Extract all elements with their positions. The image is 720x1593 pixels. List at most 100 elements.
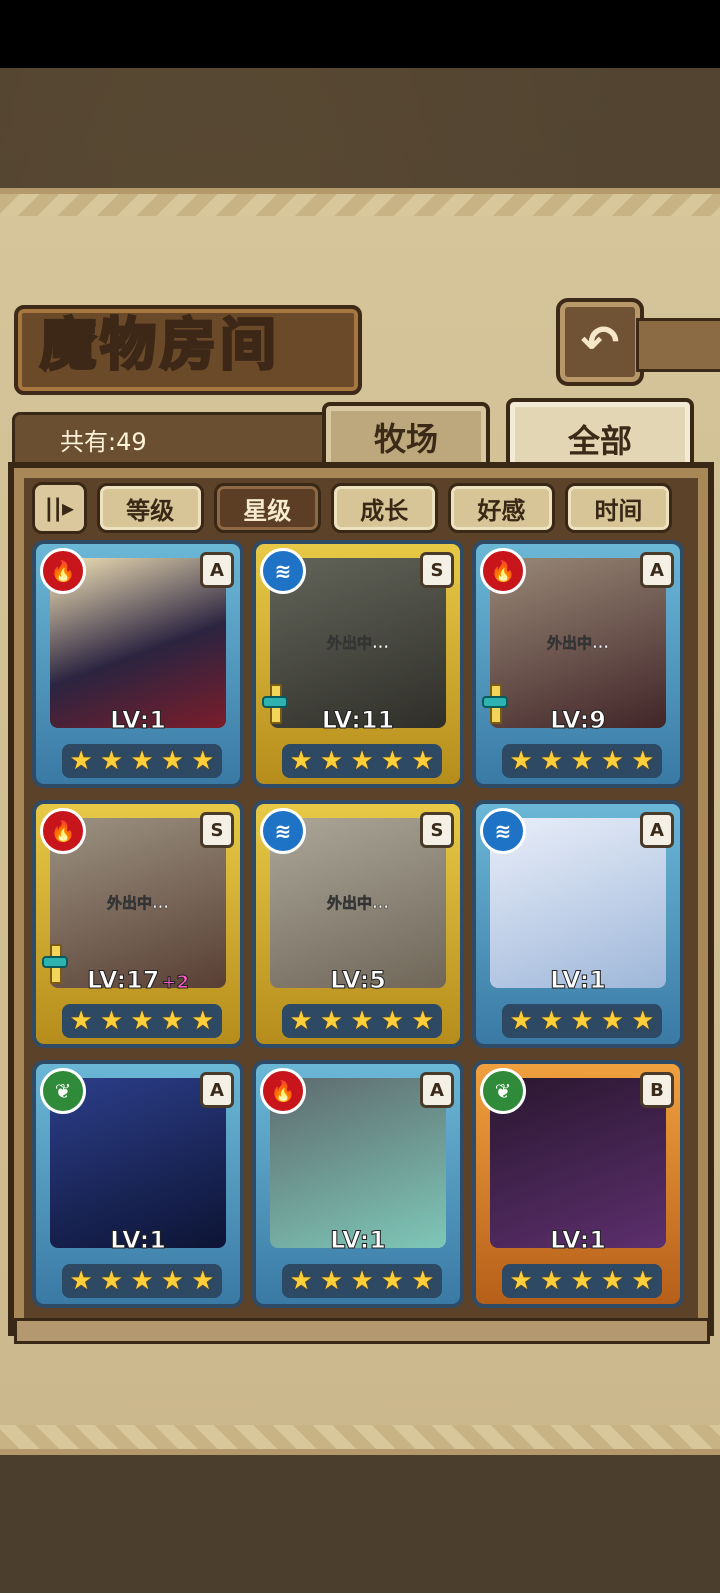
star-icon: ★ xyxy=(130,1266,154,1296)
star-rating: ★ ★ ★ ★ ★ xyxy=(62,1004,222,1038)
level-label: LV:1 xyxy=(476,1226,680,1255)
star-rating: ★ ★ ★ ★ ★ xyxy=(502,1004,662,1038)
star-icon: ★ xyxy=(289,1006,313,1036)
star-icon: ★ xyxy=(130,1006,154,1036)
star-icon: ★ xyxy=(411,1266,435,1296)
level-value: LV:17 xyxy=(86,966,160,995)
status-bar xyxy=(0,0,720,68)
star-icon: ★ xyxy=(99,746,124,776)
monster-card[interactable]: 🔥 A LV:1 ★ ★ ★ ★ ★ xyxy=(32,540,244,788)
level-label: LV:11 xyxy=(256,706,460,735)
star-icon: ★ xyxy=(289,1266,313,1296)
star-icon: ★ xyxy=(191,746,215,776)
monster-card[interactable]: 🔥 A 外出中... LV:9 ★ ★ ★ ★ ★ xyxy=(472,540,684,788)
star-rating: ★ ★ ★ ★ ★ xyxy=(282,1264,442,1298)
star-icon: ★ xyxy=(570,746,594,776)
star-icon: ★ xyxy=(99,1006,124,1036)
star-icon: ★ xyxy=(380,1006,405,1036)
star-icon: ★ xyxy=(319,1006,344,1036)
level-value: LV:1 xyxy=(550,1226,607,1255)
rank-badge: S xyxy=(420,812,454,848)
expedition-status: 外出中... xyxy=(326,634,390,653)
star-icon: ★ xyxy=(160,746,185,776)
fire-element-icon: 🔥 xyxy=(40,808,86,854)
star-icon: ★ xyxy=(69,1266,93,1296)
monster-card[interactable]: ≋ S 外出中... LV:11 ★ ★ ★ ★ ★ xyxy=(252,540,464,788)
rank-badge: A xyxy=(640,552,674,588)
star-icon: ★ xyxy=(600,1006,625,1036)
monster-card[interactable]: ≋ S 外出中... LV:5 ★ ★ ★ ★ ★ xyxy=(252,800,464,1048)
background-band-top xyxy=(0,68,720,188)
leaf-element-icon: ❦ xyxy=(40,1068,86,1114)
level-value: LV:1 xyxy=(110,706,167,735)
sort-by-level-button[interactable]: 等级 xyxy=(96,483,204,533)
rank-badge: A xyxy=(200,552,234,588)
level-label: LV:1 xyxy=(476,966,680,995)
star-icon: ★ xyxy=(99,1266,124,1296)
leaf-element-icon: ❦ xyxy=(480,1068,526,1114)
star-icon: ★ xyxy=(539,746,564,776)
sort-by-star-button[interactable]: 星级 xyxy=(213,483,321,533)
sort-bar: ||▸ 等级 星级 成长 好感 时间 xyxy=(32,482,672,534)
star-icon: ★ xyxy=(570,1266,594,1296)
monster-card[interactable]: 🔥 S 外出中... LV:17 +2 ★ ★ ★ ★ ★ xyxy=(32,800,244,1048)
level-label: LV:1 xyxy=(36,1226,240,1255)
star-rating: ★ ★ ★ ★ ★ xyxy=(282,1004,442,1038)
level-value: LV:1 xyxy=(550,966,607,995)
star-icon: ★ xyxy=(160,1006,185,1036)
star-icon: ★ xyxy=(509,1006,533,1036)
expedition-status: 外出中... xyxy=(326,894,390,913)
star-icon: ★ xyxy=(509,1266,533,1296)
water-element-icon: ≋ xyxy=(260,548,306,594)
star-icon: ★ xyxy=(600,1266,625,1296)
star-icon: ★ xyxy=(69,746,93,776)
star-icon: ★ xyxy=(380,746,405,776)
star-rating: ★ ★ ★ ★ ★ xyxy=(282,744,442,778)
monster-card[interactable]: 🔥 A LV:1 ★ ★ ★ ★ ★ xyxy=(252,1060,464,1308)
page-title: 魔物房间 xyxy=(39,311,280,380)
level-value: LV:1 xyxy=(110,1226,167,1255)
star-icon: ★ xyxy=(631,1266,655,1296)
rank-badge: A xyxy=(420,1072,454,1108)
sort-toggle-icon: ||▸ xyxy=(44,494,75,522)
sort-order-toggle[interactable]: ||▸ xyxy=(32,482,87,534)
rank-badge: S xyxy=(200,812,234,848)
sort-by-growth-button[interactable]: 成长 xyxy=(330,483,438,533)
star-icon: ★ xyxy=(350,1006,374,1036)
monster-card[interactable]: ≋ A LV:1 ★ ★ ★ ★ ★ xyxy=(472,800,684,1048)
star-icon: ★ xyxy=(350,746,374,776)
fire-element-icon: 🔥 xyxy=(260,1068,306,1114)
rank-badge: A xyxy=(200,1072,234,1108)
back-button[interactable]: ↶ xyxy=(556,298,644,386)
star-icon: ★ xyxy=(509,746,533,776)
level-label: LV:1 xyxy=(36,706,240,735)
star-icon: ★ xyxy=(191,1006,215,1036)
bottom-rail xyxy=(14,1318,710,1344)
rank-badge: A xyxy=(640,812,674,848)
monster-card[interactable]: ❦ A LV:1 ★ ★ ★ ★ ★ xyxy=(32,1060,244,1308)
star-icon: ★ xyxy=(319,746,344,776)
expedition-status: 外出中... xyxy=(546,634,610,653)
rank-badge: S xyxy=(420,552,454,588)
star-icon: ★ xyxy=(631,1006,655,1036)
star-icon: ★ xyxy=(411,1006,435,1036)
star-icon: ★ xyxy=(539,1266,564,1296)
star-icon: ★ xyxy=(69,1006,93,1036)
star-icon: ★ xyxy=(600,746,625,776)
star-icon: ★ xyxy=(289,746,313,776)
level-label: LV:5 xyxy=(256,966,460,995)
sort-by-affection-button[interactable]: 好感 xyxy=(447,483,555,533)
rank-badge: B xyxy=(640,1072,674,1108)
star-icon: ★ xyxy=(380,1266,405,1296)
monster-card[interactable]: ❦ B LV:1 ★ ★ ★ ★ ★ xyxy=(472,1060,684,1308)
star-icon: ★ xyxy=(631,746,655,776)
star-icon: ★ xyxy=(411,746,435,776)
level-value: LV:11 xyxy=(321,706,395,735)
star-rating: ★ ★ ★ ★ ★ xyxy=(62,1264,222,1298)
enhance-bonus: +2 xyxy=(161,972,190,994)
level-label: LV:1 xyxy=(256,1226,460,1255)
sort-by-time-button[interactable]: 时间 xyxy=(564,483,672,533)
fire-element-icon: 🔥 xyxy=(480,548,526,594)
expedition-status: 外出中... xyxy=(106,894,170,913)
star-rating: ★ ★ ★ ★ ★ xyxy=(502,1264,662,1298)
